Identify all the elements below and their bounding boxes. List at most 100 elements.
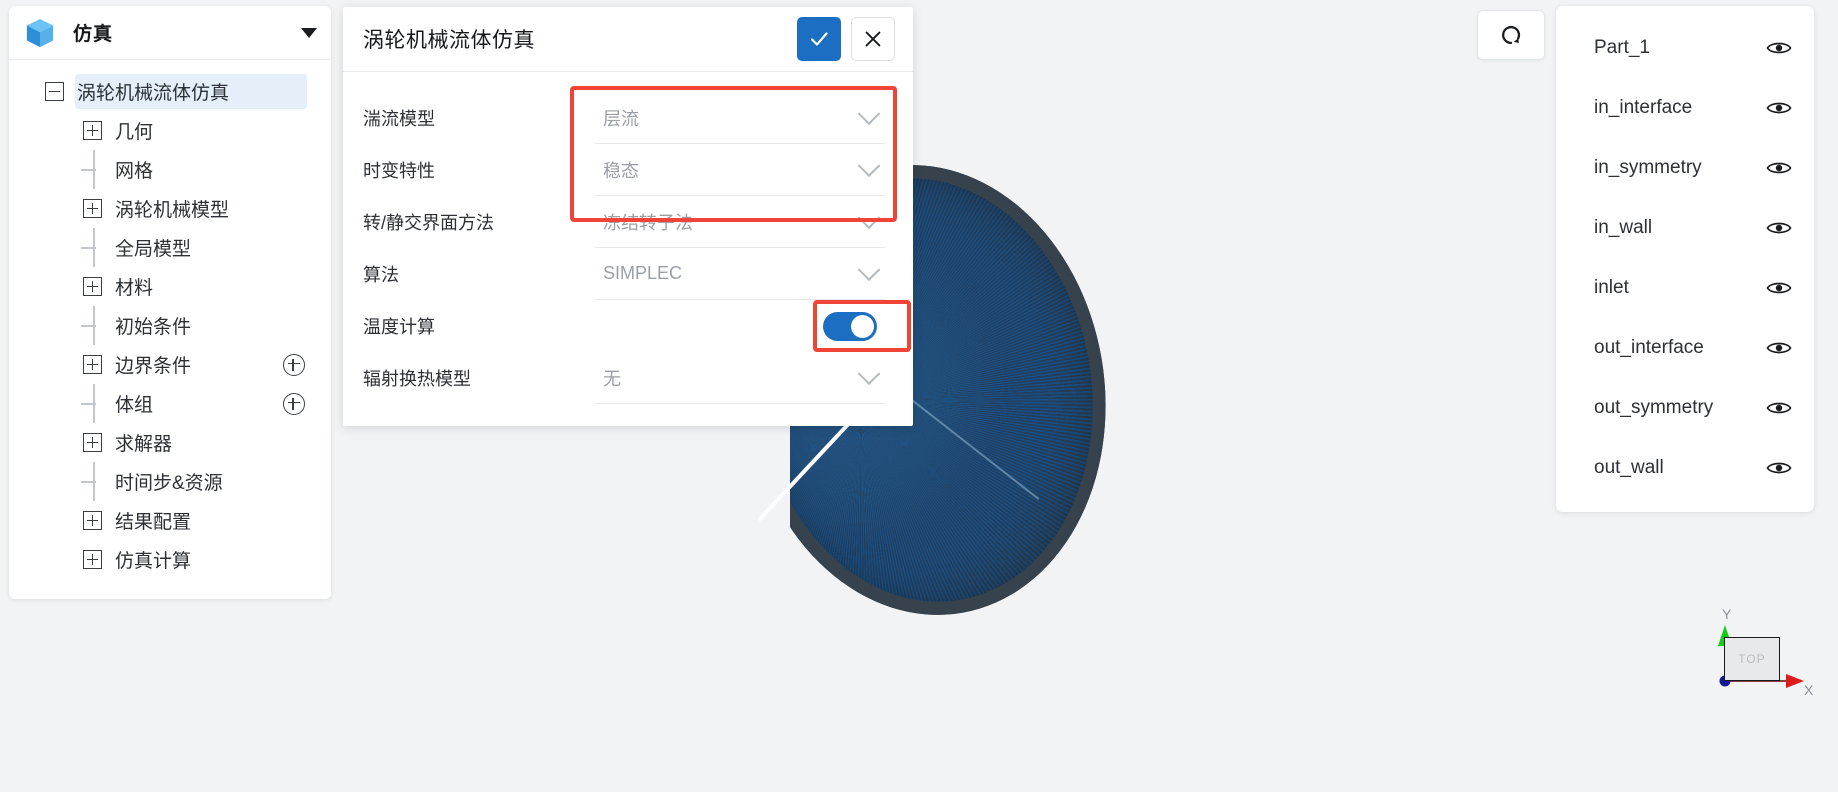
field-label: 转/静交界面方法 <box>363 213 495 233</box>
tree-item-6[interactable]: 初始条件 <box>9 306 331 345</box>
part-name: in_wall <box>1594 217 1653 238</box>
select-field[interactable]: 层流 <box>595 93 885 144</box>
expand-icon[interactable] <box>83 355 102 374</box>
tree-item-3[interactable]: 涡轮机械模型 <box>9 189 331 228</box>
tree-item-4[interactable]: 全局模型 <box>9 228 331 267</box>
sidebar-panel: 仿真 涡轮机械流体仿真几何网格涡轮机械模型 全局模型材料初始条件边界条件体组求解器… <box>9 6 331 599</box>
cube-icon <box>26 18 54 47</box>
tree-item-10[interactable]: 时间步&资源 <box>9 462 331 501</box>
part-name: out_interface <box>1594 337 1704 358</box>
part-row[interactable]: inlet <box>1556 258 1814 318</box>
field-label: 算法 <box>363 265 399 285</box>
tree-item-0[interactable]: 涡轮机械流体仿真 <box>9 72 331 111</box>
dialog-actions <box>797 17 895 61</box>
field-label: 温度计算 <box>363 317 435 337</box>
expand-icon[interactable] <box>83 550 102 569</box>
reset-view-button[interactable] <box>1477 10 1545 60</box>
chevron-down-icon[interactable] <box>857 205 881 229</box>
chevron-down-icon[interactable] <box>857 257 881 281</box>
tree-item-label: 仿真计算 <box>115 551 192 572</box>
select-value: 冻结转子法 <box>603 212 693 233</box>
eye-icon[interactable] <box>1766 279 1792 297</box>
axis-triad-widget[interactable]: Y X TOP <box>1700 600 1820 710</box>
field-label: 湍流模型 <box>363 109 435 129</box>
select-field[interactable]: SIMPLEC <box>595 249 885 300</box>
form-row-2: 转/静交界面方法 冻结转子法 <box>363 196 885 248</box>
select-field[interactable]: 冻结转子法 <box>595 197 885 248</box>
tree-item-2[interactable]: 网格 <box>9 150 331 189</box>
cancel-button[interactable] <box>851 17 895 61</box>
eye-icon[interactable] <box>1766 399 1792 417</box>
part-name: out_symmetry <box>1594 397 1714 418</box>
triad-face-top[interactable]: TOP <box>1724 637 1780 681</box>
select-value: SIMPLEC <box>603 263 683 283</box>
eye-icon[interactable] <box>1766 339 1792 357</box>
part-row[interactable]: in_wall <box>1556 198 1814 258</box>
tree-item-label: 材料 <box>115 278 154 299</box>
parts-list: Part_1 in_interface in_symmetry in_wallinle… <box>1556 18 1814 498</box>
chevron-down-icon[interactable] <box>857 361 881 385</box>
tree-item-1[interactable]: 几何 <box>9 111 331 150</box>
caret-down-icon[interactable] <box>301 27 317 38</box>
eye-icon[interactable] <box>1766 39 1792 57</box>
close-icon <box>865 31 881 47</box>
part-row[interactable]: in_interface <box>1556 78 1814 138</box>
collapse-icon[interactable] <box>45 82 64 101</box>
select-value: 稳态 <box>603 160 639 181</box>
part-row[interactable]: Part_1 <box>1556 18 1814 78</box>
form-row-3: 算法 SIMPLEC <box>363 248 885 300</box>
part-row[interactable]: in_symmetry <box>1556 138 1814 198</box>
expand-icon[interactable] <box>83 121 102 140</box>
expand-icon[interactable] <box>83 511 102 530</box>
form-row-1: 时变特性 稳态 <box>363 144 885 196</box>
tree-item-label: 涡轮机械流体仿真 <box>77 83 230 104</box>
chevron-down-icon[interactable] <box>857 153 881 177</box>
part-row[interactable]: out_wall <box>1556 438 1814 498</box>
tree-item-7[interactable]: 边界条件 <box>9 345 331 384</box>
simulation-tree: 涡轮机械流体仿真几何网格涡轮机械模型 全局模型材料初始条件边界条件体组求解器 时间步… <box>9 60 331 599</box>
chevron-down-icon[interactable] <box>857 101 881 125</box>
check-icon <box>810 32 828 46</box>
confirm-button[interactable] <box>797 17 841 61</box>
tree-branch-connector <box>81 238 102 257</box>
tree-item-label: 边界条件 <box>115 356 192 377</box>
tree-item-label: 几何 <box>115 122 154 143</box>
triad-face-label: TOP <box>1738 652 1766 666</box>
part-name: Part_1 <box>1594 37 1650 58</box>
form-row-0: 湍流模型 层流 <box>363 92 885 144</box>
field-label: 辐射换热模型 <box>363 369 471 389</box>
expand-icon[interactable] <box>83 277 102 296</box>
part-name: in_interface <box>1594 97 1693 118</box>
tree-item-label: 体组 <box>115 395 154 416</box>
tree-item-5[interactable]: 材料 <box>9 267 331 306</box>
expand-icon[interactable] <box>83 199 102 218</box>
select-value: 无 <box>603 368 621 389</box>
eye-icon[interactable] <box>1766 219 1792 237</box>
tree-item-12[interactable]: 仿真计算 <box>9 540 331 579</box>
form-row-4: 温度计算 <box>363 300 885 352</box>
select-field[interactable]: 无 <box>595 353 885 404</box>
reset-rotate-icon <box>1502 25 1521 45</box>
add-item-button[interactable] <box>283 353 305 376</box>
temperature-toggle[interactable] <box>823 311 877 341</box>
eye-icon[interactable] <box>1766 459 1792 477</box>
tree-item-11[interactable]: 结果配置 <box>9 501 331 540</box>
field-label: 时变特性 <box>363 161 435 181</box>
add-item-button[interactable] <box>283 392 305 415</box>
eye-icon[interactable] <box>1766 99 1792 117</box>
tree-branch-connector <box>81 472 102 491</box>
expand-icon[interactable] <box>83 433 102 452</box>
tree-item-8[interactable]: 体组 <box>9 384 331 423</box>
sidebar-header[interactable]: 仿真 <box>9 6 331 60</box>
part-row[interactable]: out_interface <box>1556 318 1814 378</box>
toggle-field[interactable] <box>595 301 885 352</box>
tree-branch-connector <box>81 316 102 335</box>
tree-item-9[interactable]: 求解器 <box>9 423 331 462</box>
parts-visibility-panel: Part_1 in_interface in_symmetry in_wallinle… <box>1556 6 1814 512</box>
tree-item-label: 全局模型 <box>115 239 192 260</box>
select-field[interactable]: 稳态 <box>595 145 885 196</box>
tree-item-label: 涡轮机械模型 <box>115 200 230 221</box>
form-row-5: 辐射换热模型 无 <box>363 352 885 404</box>
eye-icon[interactable] <box>1766 159 1792 177</box>
part-row[interactable]: out_symmetry <box>1556 378 1814 438</box>
